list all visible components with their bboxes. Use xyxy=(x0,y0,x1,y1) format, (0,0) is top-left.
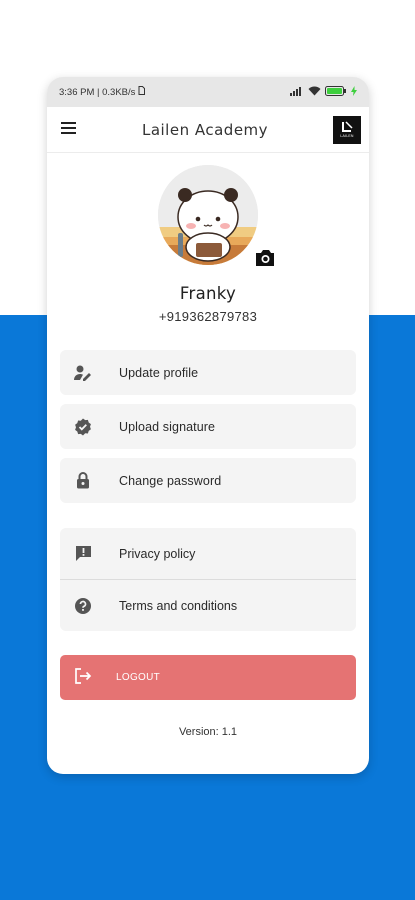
help-icon xyxy=(73,596,93,616)
status-time: 3:36 PM | 0.3KB/s xyxy=(59,86,136,98)
info-group: Privacy policy Terms and conditions xyxy=(60,528,356,631)
profile-name: Franky xyxy=(179,284,237,303)
upload-signature-label: Upload signature xyxy=(119,419,216,434)
status-bar: 3:36 PM | 0.3KB/s xyxy=(47,77,369,107)
app-title: Lailen Academy xyxy=(141,120,269,139)
update-profile-label: Update profile xyxy=(119,365,199,380)
change-password-button[interactable]: Change password xyxy=(60,458,356,503)
avatar[interactable] xyxy=(158,165,258,265)
battery-icon xyxy=(325,85,347,99)
verified-badge-icon xyxy=(73,417,93,437)
wifi-icon xyxy=(308,86,321,99)
report-icon xyxy=(73,544,93,564)
phone-screen: 3:36 PM | 0.3KB/s Lailen Academy LAILEN … xyxy=(47,77,369,774)
update-profile-button[interactable]: Update profile xyxy=(60,350,356,395)
logo-text: LAILEN xyxy=(340,134,354,138)
signal-icon xyxy=(290,86,304,99)
privacy-policy-button[interactable]: Privacy policy xyxy=(60,528,356,579)
avatar-container xyxy=(158,165,274,266)
profile-section: Franky +919362879783 xyxy=(47,153,369,324)
terms-label: Terms and conditions xyxy=(119,598,238,613)
sim-icon xyxy=(138,86,146,98)
change-password-label: Change password xyxy=(119,473,222,488)
privacy-policy-label: Privacy policy xyxy=(119,546,196,561)
edit-person-icon xyxy=(73,363,93,383)
logout-button[interactable]: LOGOUT xyxy=(60,655,356,700)
version-text: Version: 1.1 xyxy=(178,726,238,738)
profile-phone: +919362879783 xyxy=(158,309,258,324)
lock-icon xyxy=(73,471,93,491)
menu: Update profile Upload signature Change p… xyxy=(47,350,369,738)
app-logo: LAILEN xyxy=(333,115,361,144)
app-bar: Lailen Academy LAILEN xyxy=(47,107,369,153)
upload-signature-button[interactable]: Upload signature xyxy=(60,404,356,449)
camera-icon[interactable] xyxy=(254,249,276,267)
logout-label: LOGOUT xyxy=(116,672,161,683)
logout-icon xyxy=(74,668,92,687)
charging-icon xyxy=(351,85,357,99)
hamburger-menu-icon[interactable] xyxy=(61,121,77,139)
terms-button[interactable]: Terms and conditions xyxy=(60,580,356,631)
